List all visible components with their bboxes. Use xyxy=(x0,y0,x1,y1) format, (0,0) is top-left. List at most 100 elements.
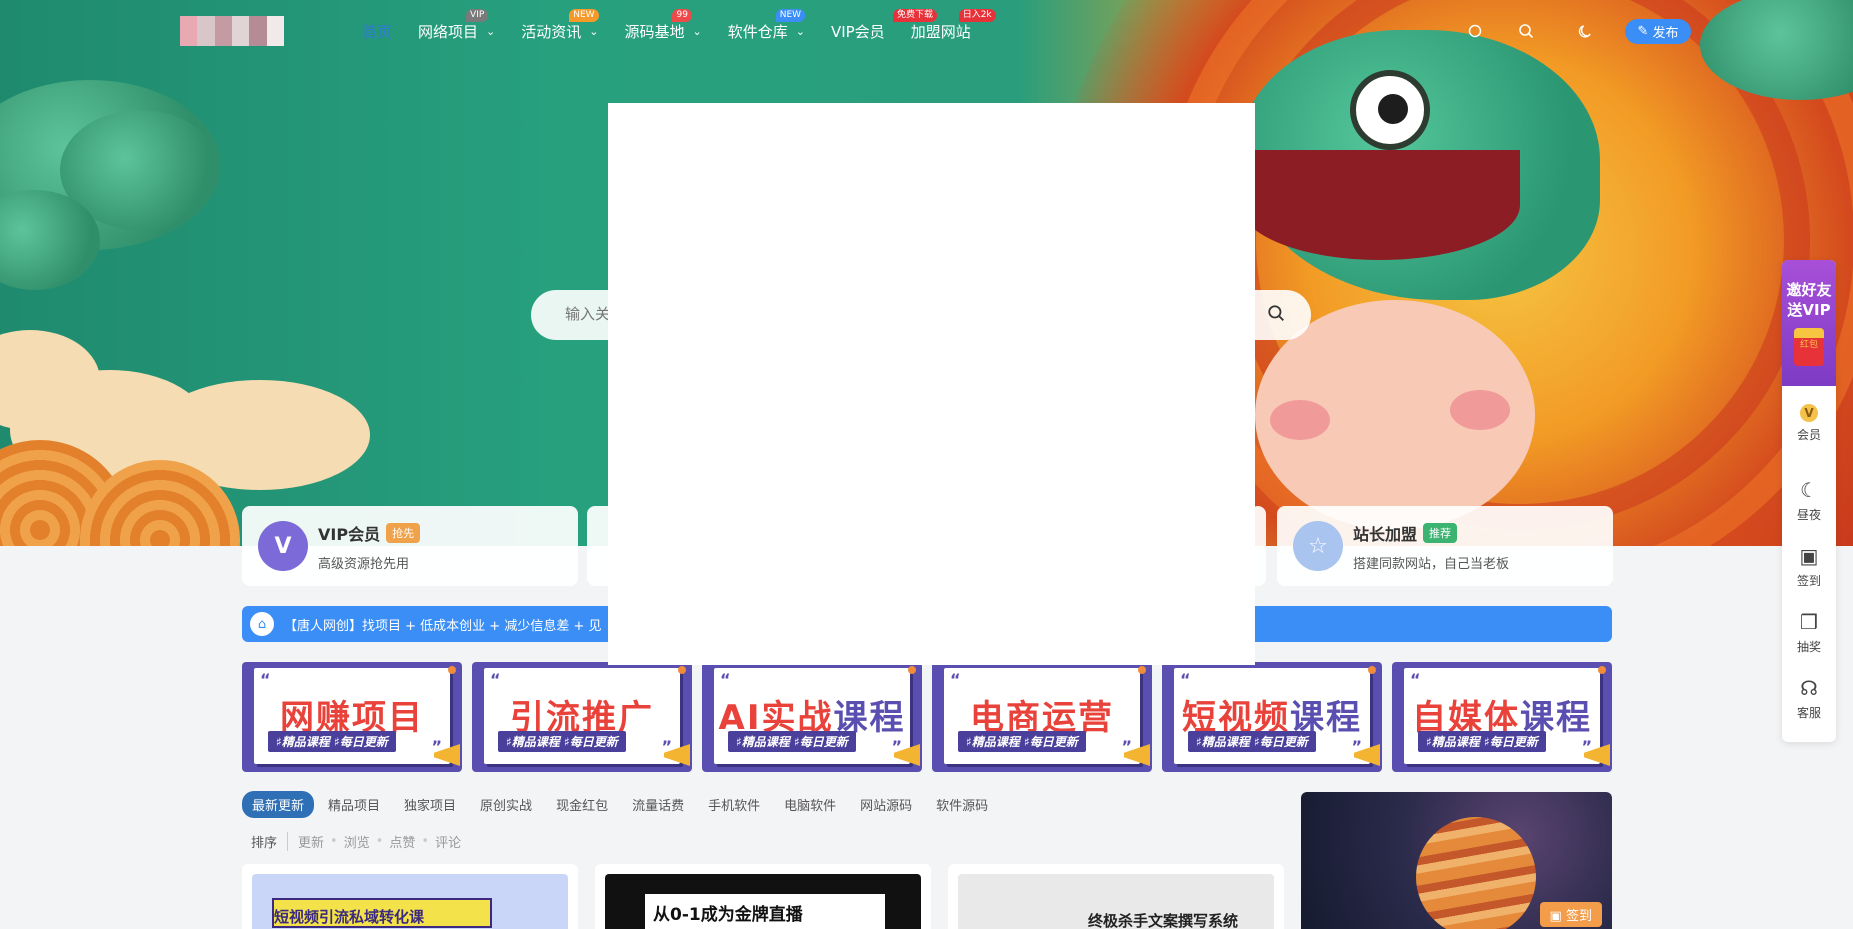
tab-item[interactable]: 电脑软件 xyxy=(774,791,846,818)
quote-mark: “ xyxy=(950,670,961,689)
decor-dot xyxy=(448,666,456,674)
nav-item-label: VIP会员 xyxy=(830,22,885,41)
tab-item[interactable]: 原创实战 xyxy=(470,791,542,818)
course-tags: ♯精品课程 ♯每日更新 xyxy=(268,731,396,752)
chevron-down-icon: ⌄ xyxy=(692,24,702,38)
red-envelope-icon: 红包 xyxy=(1794,328,1824,366)
planet-image xyxy=(1416,817,1536,929)
course-banner[interactable]: “自媒体课程 ♯精品课程 ♯每日更新” xyxy=(1392,662,1612,772)
tab-item[interactable]: 精品项目 xyxy=(318,791,390,818)
decor-dot xyxy=(1138,666,1146,674)
quote-mark: “ xyxy=(490,670,501,689)
nav-item-label: 加盟网站 xyxy=(910,22,971,41)
side-item-daynight[interactable]: ☾ 昼夜 xyxy=(1782,478,1836,523)
post-thumbnail: 短视频引流私域转化课 xyxy=(252,874,568,929)
chevron-down-icon: ⌄ xyxy=(486,24,496,38)
site-logo[interactable] xyxy=(180,16,284,46)
side-item-lottery[interactable]: ❒ 抽奖 xyxy=(1782,610,1836,655)
side-float-bar: 邀好友 送VIP 红包 V 会员 ☾ 昼夜 ▣ 签到 ❒ 抽奖 ☊ 客服 xyxy=(1782,260,1836,742)
nav-item[interactable]: 加盟网站 日入2k xyxy=(910,8,996,42)
invite-vip-button[interactable]: 邀好友 送VIP 红包 xyxy=(1782,260,1836,386)
course-card: “短视频课程 ♯精品课程 ♯每日更新” xyxy=(1174,668,1370,764)
post-card[interactable]: 从0-1成为金牌直播 xyxy=(595,864,931,929)
course-banner[interactable]: “短视频课程 ♯精品课程 ♯每日更新” xyxy=(1162,662,1382,772)
invite-line1: 邀好友 xyxy=(1786,281,1832,299)
feature-card-vip[interactable]: V VIP会员 抢先 高级资源抢先用 xyxy=(242,506,578,586)
post-card[interactable]: 终极杀手文案撰写系统 xyxy=(948,864,1284,929)
tab-item[interactable]: 现金红包 xyxy=(546,791,618,818)
nav-badge: NEW xyxy=(569,8,599,22)
feature-title: 站长加盟 xyxy=(1353,524,1418,544)
vip-member-icon: V xyxy=(1782,398,1836,422)
moon-icon: ☾ xyxy=(1800,478,1818,502)
decor-dot xyxy=(678,666,686,674)
course-banners: “网赚项目 ♯精品课程 ♯每日更新” “引流推广 ♯精品课程 ♯每日更新” “AI实战课… xyxy=(242,662,1612,772)
course-card: “电商运营 ♯精品课程 ♯每日更新” xyxy=(944,668,1140,764)
tab-item[interactable]: 独家项目 xyxy=(394,791,466,818)
sort-bar: 排序 更新 • 浏览 • 点赞 • 评论 xyxy=(251,832,462,851)
sort-update[interactable]: 更新 xyxy=(298,832,324,851)
quote-mark: “ xyxy=(1180,670,1191,689)
nav-tools xyxy=(1570,16,1600,46)
post-card[interactable]: 短视频引流私域转化课 xyxy=(242,864,578,929)
side-item-label: 会员 xyxy=(1796,428,1821,442)
course-card: “引流推广 ♯精品课程 ♯每日更新” xyxy=(484,668,680,764)
category-tabs: 最新更新 精品项目 独家项目 原创实战 现金红包 流量话费 手机软件 电脑软件 网站源码 软件源码 xyxy=(242,791,1002,818)
feature-title: VIP会员 xyxy=(318,524,381,544)
feature-card-partner[interactable]: ☆ 站长加盟 推荐 搭建同款网站，自己当老板 xyxy=(1277,506,1613,586)
publish-label: 发布 xyxy=(1652,26,1679,41)
search-icon[interactable] xyxy=(1267,304,1285,327)
sort-views[interactable]: 浏览 xyxy=(344,832,370,851)
tab-item[interactable]: 网站源码 xyxy=(850,791,922,818)
calendar-icon: ▣ xyxy=(1549,909,1562,924)
tab-item[interactable]: 软件源码 xyxy=(926,791,998,818)
nav-item-label: 首页 xyxy=(362,22,393,41)
invite-line2: 送VIP xyxy=(1787,301,1831,319)
feature-tag: 抢先 xyxy=(386,522,421,543)
post-thumbnail: 从0-1成为金牌直播 xyxy=(605,874,921,929)
decor-dot xyxy=(1368,666,1376,674)
course-banner[interactable]: “AI实战课程 ♯精品课程 ♯每日更新” xyxy=(702,662,922,772)
dragon-mouth xyxy=(1240,150,1520,260)
nav-item-label: 软件仓库 xyxy=(727,22,788,41)
kid-cheek xyxy=(1450,390,1510,430)
sort-label: 排序 xyxy=(251,832,289,851)
nav-badge: NEW xyxy=(775,8,806,22)
nav-tools xyxy=(1460,16,1490,46)
course-tags: ♯精品课程 ♯每日更新 xyxy=(958,731,1086,752)
quote-mark: “ xyxy=(1410,670,1421,689)
checkin-button[interactable]: ▣ 签到 xyxy=(1539,902,1602,927)
sort-comments[interactable]: 评论 xyxy=(435,832,461,851)
nav-item[interactable]: 软件仓库 NEW ⌄ xyxy=(727,8,806,42)
nav-item[interactable]: 源码基地 99 ⌄ xyxy=(624,8,702,42)
nav-item[interactable]: 首页 xyxy=(362,21,392,42)
course-card: “AI实战课程 ♯精品课程 ♯每日更新” xyxy=(714,668,910,764)
nav-item-label: 源码基地 xyxy=(624,22,685,41)
side-item-member[interactable]: V 会员 xyxy=(1782,398,1836,443)
tab-item[interactable]: 流量话费 xyxy=(622,791,694,818)
chevron-down-icon: ⌄ xyxy=(589,24,599,38)
course-banner[interactable]: “引流推广 ♯精品课程 ♯每日更新” xyxy=(472,662,692,772)
user-icon[interactable] xyxy=(1460,16,1490,46)
side-item-support[interactable]: ☊ 客服 xyxy=(1782,676,1836,721)
tab-item[interactable]: 手机软件 xyxy=(698,791,770,818)
course-banner[interactable]: “网赚项目 ♯精品课程 ♯每日更新” xyxy=(242,662,462,772)
nav-item[interactable]: VIP会员 免费下载 xyxy=(830,8,937,42)
nav-item[interactable]: 网络项目 VIP ⌄ xyxy=(418,8,496,42)
kid-cheek xyxy=(1270,400,1330,440)
decor-dot xyxy=(1598,666,1606,674)
sort-likes[interactable]: 点赞 xyxy=(389,832,415,851)
side-item-checkin[interactable]: ▣ 签到 xyxy=(1782,544,1836,589)
course-banner[interactable]: “电商运营 ♯精品课程 ♯每日更新” xyxy=(932,662,1152,772)
sidebar-widget[interactable]: ▣ 签到 xyxy=(1301,792,1612,929)
course-card: “自媒体课程 ♯精品课程 ♯每日更新” xyxy=(1404,668,1600,764)
publish-button[interactable]: ✎ 发布 xyxy=(1625,19,1691,44)
search-icon[interactable] xyxy=(1511,16,1541,46)
nav-item[interactable]: 活动资讯 NEW ⌄ xyxy=(521,8,599,42)
tab-item[interactable]: 最新更新 xyxy=(242,791,315,818)
quote-mark: “ xyxy=(260,670,271,689)
calendar-check-icon: ▣ xyxy=(1799,544,1819,568)
course-tags: ♯精品课程 ♯每日更新 xyxy=(1418,731,1546,752)
moon-icon[interactable] xyxy=(1570,16,1600,46)
post-title: 从0-1成为金牌直播 xyxy=(653,905,803,925)
